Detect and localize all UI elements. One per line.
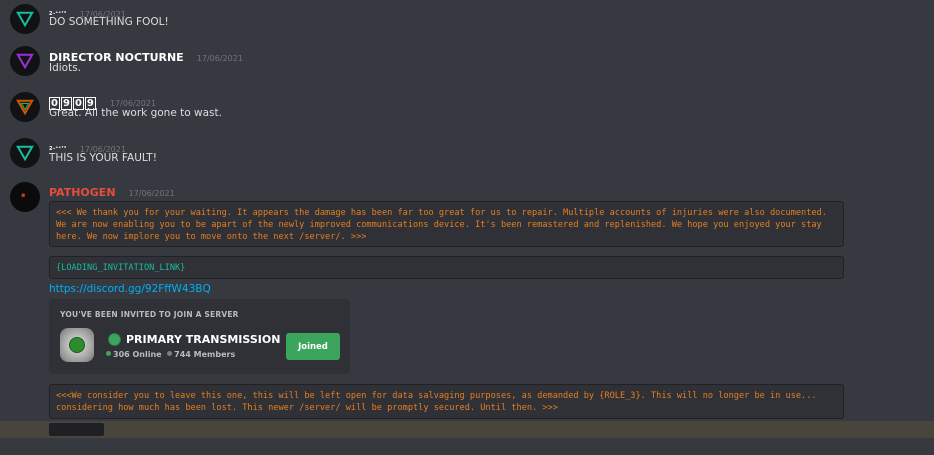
- status-dot-icon: [108, 333, 121, 346]
- code-block: {LOADING_INVITATION_LINK}: [49, 256, 844, 279]
- joined-button[interactable]: Joined: [286, 333, 340, 360]
- avatar[interactable]: [10, 182, 40, 212]
- triangle-teal-icon: [16, 145, 34, 162]
- message-text: THIS IS YOUR FAULT!: [49, 152, 157, 164]
- username[interactable]: PATHOGEN: [49, 186, 116, 199]
- invite-link[interactable]: https://discord.gg/92FffW43BQ: [49, 283, 211, 295]
- redacted-bar: [49, 423, 104, 436]
- online-count: 306 Online: [113, 350, 162, 359]
- message-highlight: [0, 421, 934, 438]
- server-icon[interactable]: [60, 328, 94, 362]
- triangle-teal-icon: [16, 11, 34, 28]
- member-count: 744 Members: [174, 350, 236, 359]
- server-invite-card: You've been invited to join a server PRI…: [49, 299, 350, 374]
- avatar[interactable]: [10, 138, 40, 168]
- server-stats: 306 Online 744 Members: [106, 350, 235, 359]
- timestamp: 17/06/2021: [128, 189, 175, 198]
- invite-title: You've been invited to join a server: [60, 310, 239, 319]
- message-text: DO SOMETHING FOOL!: [49, 16, 169, 28]
- code-block: <<< We thank you for your waiting. It ap…: [49, 201, 844, 247]
- online-dot-icon: [106, 351, 111, 356]
- triangle-purple-icon: [16, 53, 34, 70]
- triangle-orange-icon: [16, 99, 34, 116]
- members-dot-icon: [167, 351, 173, 356]
- code-block: <<<We consider you to leave this one, th…: [49, 384, 844, 419]
- timestamp: 17/06/2021: [196, 54, 243, 63]
- message-text: Great. All the work gone to wast.: [49, 107, 222, 119]
- message-text: Idiots.: [49, 62, 82, 74]
- avatar[interactable]: [10, 4, 40, 34]
- server-name[interactable]: PRIMARY TRANSMISSION: [108, 333, 280, 346]
- pathogen-logo-icon: [21, 193, 25, 197]
- avatar[interactable]: [10, 46, 40, 76]
- avatar[interactable]: [10, 92, 40, 122]
